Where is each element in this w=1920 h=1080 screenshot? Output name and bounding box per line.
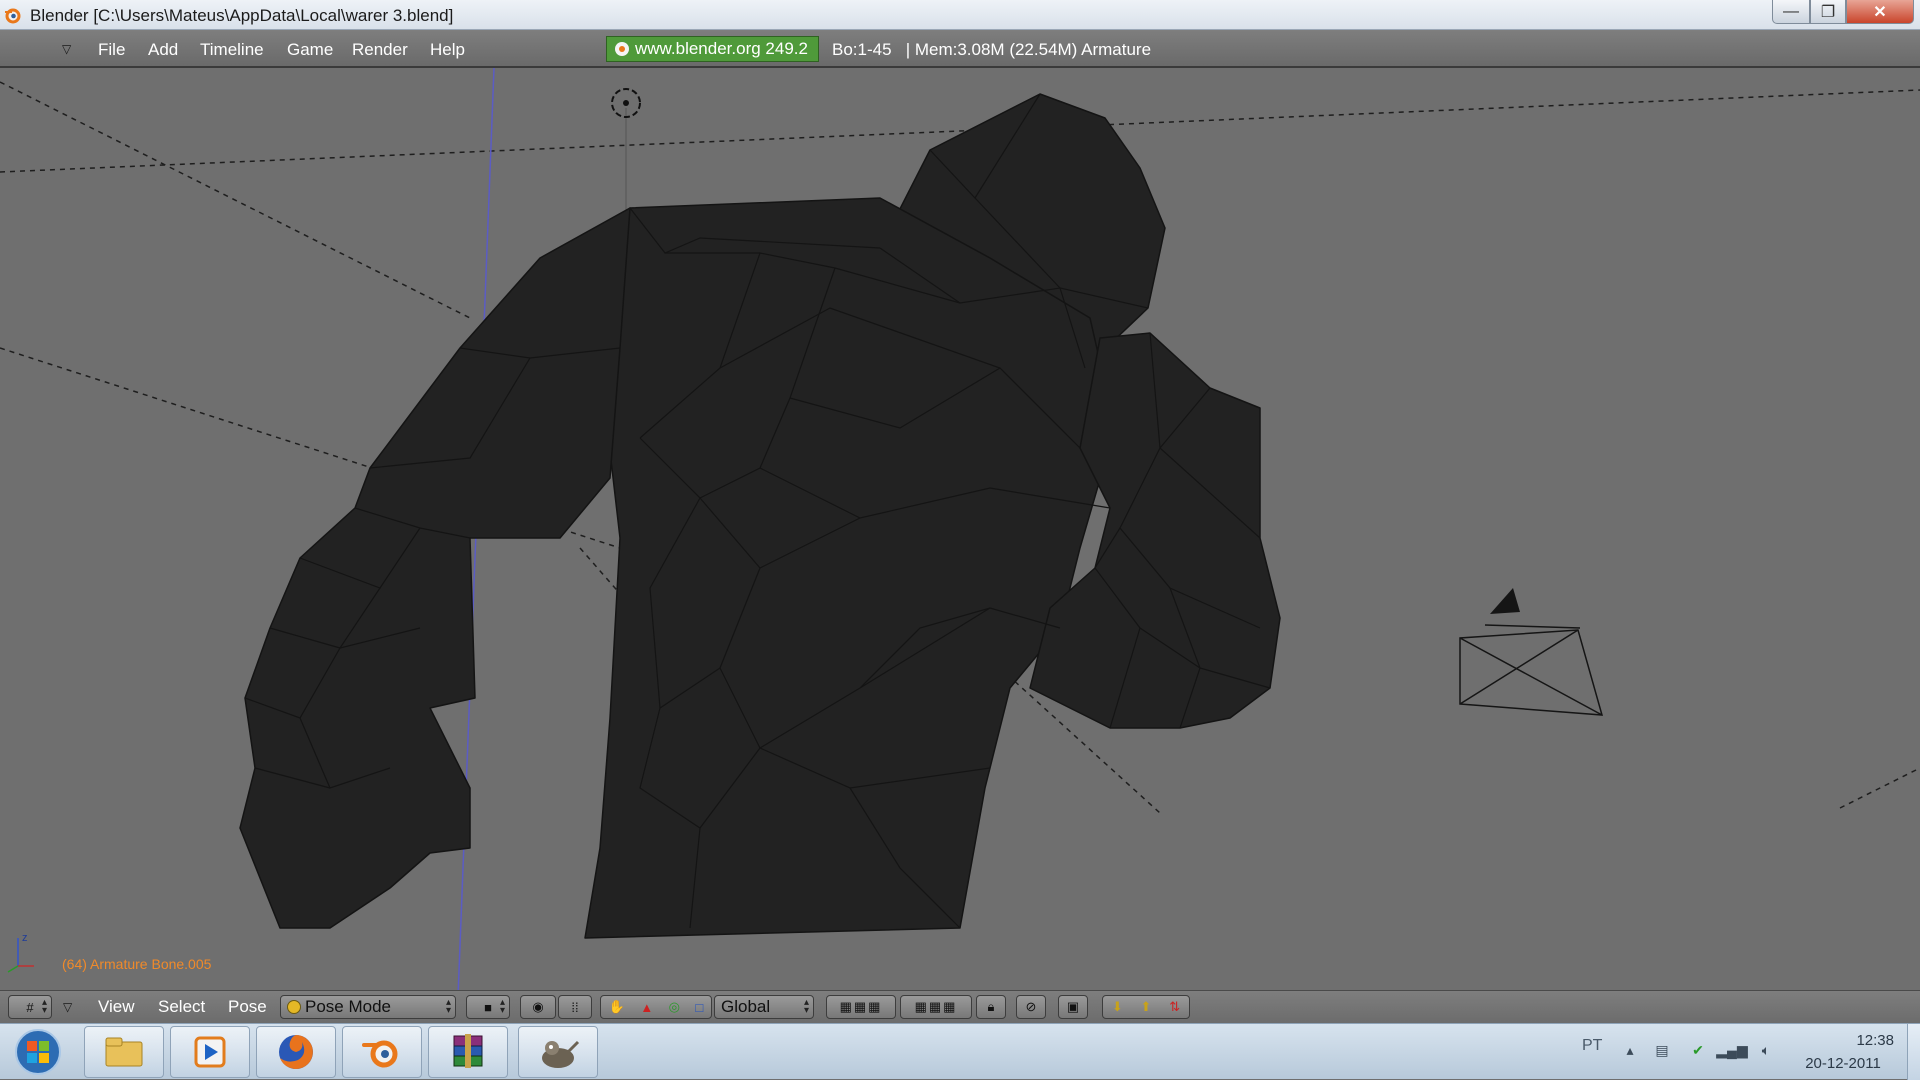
- security-check-icon[interactable]: ✔: [1688, 1040, 1708, 1060]
- axis-gizmo-icon: z: [7, 932, 34, 973]
- blender-version-badge[interactable]: www.blender.org 249.2: [606, 36, 819, 62]
- device-icon[interactable]: ▤: [1652, 1040, 1672, 1060]
- hand-icon[interactable]: ✋: [609, 999, 625, 1015]
- 3d-view-header: # ▴ ▾ ▽ View Select Pose Pose Mode ▴ ▾ ■ ▴ ▾ …: [0, 990, 1920, 1023]
- dots-icon: ⁞⁞: [571, 999, 579, 1015]
- scale-icon[interactable]: □: [695, 1000, 703, 1015]
- manipulator-group: ✋ ▲ ◎ □: [600, 995, 712, 1019]
- pivot-icon: ◉: [532, 999, 544, 1014]
- paste-pose-icon[interactable]: ⬆: [1141, 999, 1152, 1015]
- 3d-viewport[interactable]: z (64) Armature Bone.005: [0, 68, 1920, 997]
- close-button[interactable]: ✕: [1846, 0, 1914, 24]
- taskbar-winrar[interactable]: [428, 1026, 508, 1078]
- blender-icon: [362, 1040, 398, 1068]
- menu-game[interactable]: Game: [287, 40, 333, 60]
- menu-timeline[interactable]: Timeline: [200, 40, 264, 60]
- camera-object-icon[interactable]: [1459, 588, 1604, 716]
- clock-time[interactable]: 12:38: [1778, 1032, 1908, 1049]
- taskbar-explorer[interactable]: [84, 1026, 164, 1078]
- taskbar-gimp[interactable]: [518, 1026, 598, 1078]
- minimize-button[interactable]: —: [1772, 0, 1810, 24]
- mode-selector-value: Pose Mode: [305, 997, 391, 1016]
- menu-select[interactable]: Select: [158, 997, 205, 1017]
- pose-copy-group: ⬇ ⬆ ⇅: [1102, 995, 1190, 1019]
- window-title-bar: Blender [C:\Users\Mateus\AppData\Local\w…: [0, 0, 1920, 30]
- blender-logo-icon: [5, 8, 21, 24]
- draw-type-button[interactable]: ■ ▴ ▾: [466, 995, 510, 1019]
- gimp-icon: [542, 1040, 580, 1068]
- menu-help[interactable]: Help: [430, 40, 465, 60]
- orientation-value: Global: [721, 997, 771, 1016]
- show-hidden-icons-icon[interactable]: ▴: [1620, 1040, 1640, 1060]
- blender-icon: [615, 42, 629, 56]
- firefox-icon: [279, 1035, 313, 1069]
- chain-icon: ⊘: [1025, 999, 1037, 1014]
- info-header: ▽ File Add Timeline Game Render Help www…: [0, 30, 1920, 68]
- show-desktop-button[interactable]: [1907, 1024, 1920, 1080]
- scene-stats: Bo:1-45 | Mem:3.08M (22.54M) Armature: [832, 40, 1152, 59]
- image-icon: ▣: [1066, 999, 1080, 1014]
- layer-buttons-2[interactable]: ▦▦▦: [900, 995, 972, 1019]
- render-opengl-button[interactable]: ▣: [1058, 995, 1088, 1019]
- rotate-icon[interactable]: ◎: [669, 999, 680, 1015]
- media-player-icon: [194, 1036, 226, 1068]
- lock-layers-button[interactable]: 🔒︎: [976, 995, 1006, 1019]
- windows-taskbar: PT ▴ ▤ ✔ ▂▄▆ 🔈︎ 12:38 20-12-2011: [0, 1023, 1920, 1080]
- language-indicator[interactable]: PT: [1582, 1037, 1602, 1055]
- snap-button[interactable]: ⊘: [1016, 995, 1046, 1019]
- axis-z-label: z: [22, 932, 28, 944]
- grid-icon: #: [26, 999, 34, 1015]
- editor-type-button[interactable]: # ▴ ▾: [8, 995, 52, 1019]
- active-bone-label: (64) Armature Bone.005: [62, 956, 212, 972]
- version-text: www.blender.org 249.2: [635, 39, 808, 58]
- mode-selector[interactable]: Pose Mode ▴ ▾: [280, 995, 456, 1019]
- network-signal-icon[interactable]: ▂▄▆: [1716, 1040, 1747, 1060]
- start-button-icon[interactable]: [8, 1027, 68, 1077]
- taskbar-firefox[interactable]: [256, 1026, 336, 1078]
- layer-buttons-1[interactable]: ▦▦▦: [826, 995, 896, 1019]
- character-mesh[interactable]: [239, 93, 1281, 939]
- layers-icon: ▦▦▦: [914, 999, 958, 1014]
- menu-add[interactable]: Add: [148, 40, 178, 60]
- clock-date[interactable]: 20-12-2011: [1778, 1055, 1908, 1072]
- header-collapse-icon[interactable]: ▽: [63, 1000, 72, 1014]
- viewport-scene[interactable]: z: [0, 68, 1920, 997]
- translate-icon[interactable]: ▲: [640, 1000, 653, 1015]
- taskbar-media-player[interactable]: [170, 1026, 250, 1078]
- paste-flipped-pose-icon[interactable]: ⇅: [1169, 999, 1180, 1015]
- winrar-icon: [453, 1034, 483, 1068]
- maximize-button[interactable]: ❐: [1810, 0, 1846, 24]
- solid-shading-icon: ■: [484, 999, 492, 1015]
- pivot-menu-button[interactable]: ⁞⁞: [558, 995, 592, 1019]
- orientation-selector[interactable]: Global ▴ ▾: [714, 995, 814, 1019]
- menu-file[interactable]: File: [98, 40, 125, 60]
- menu-collapse-icon[interactable]: ▽: [62, 42, 71, 56]
- pose-mode-icon: [287, 1000, 301, 1014]
- menu-pose[interactable]: Pose: [228, 997, 267, 1017]
- taskbar-blender[interactable]: [342, 1026, 422, 1078]
- volume-icon[interactable]: 🔈︎: [1756, 1040, 1776, 1060]
- menu-render[interactable]: Render: [352, 40, 408, 60]
- window-title: Blender [C:\Users\Mateus\AppData\Local\w…: [30, 6, 454, 25]
- folder-icon: [105, 1037, 143, 1067]
- lock-icon: 🔒︎: [987, 999, 995, 1014]
- pivot-button[interactable]: ◉: [520, 995, 556, 1019]
- menu-view[interactable]: View: [98, 997, 135, 1017]
- layers-icon: ▦▦▦: [839, 999, 883, 1014]
- copy-pose-icon[interactable]: ⬇: [1112, 999, 1123, 1015]
